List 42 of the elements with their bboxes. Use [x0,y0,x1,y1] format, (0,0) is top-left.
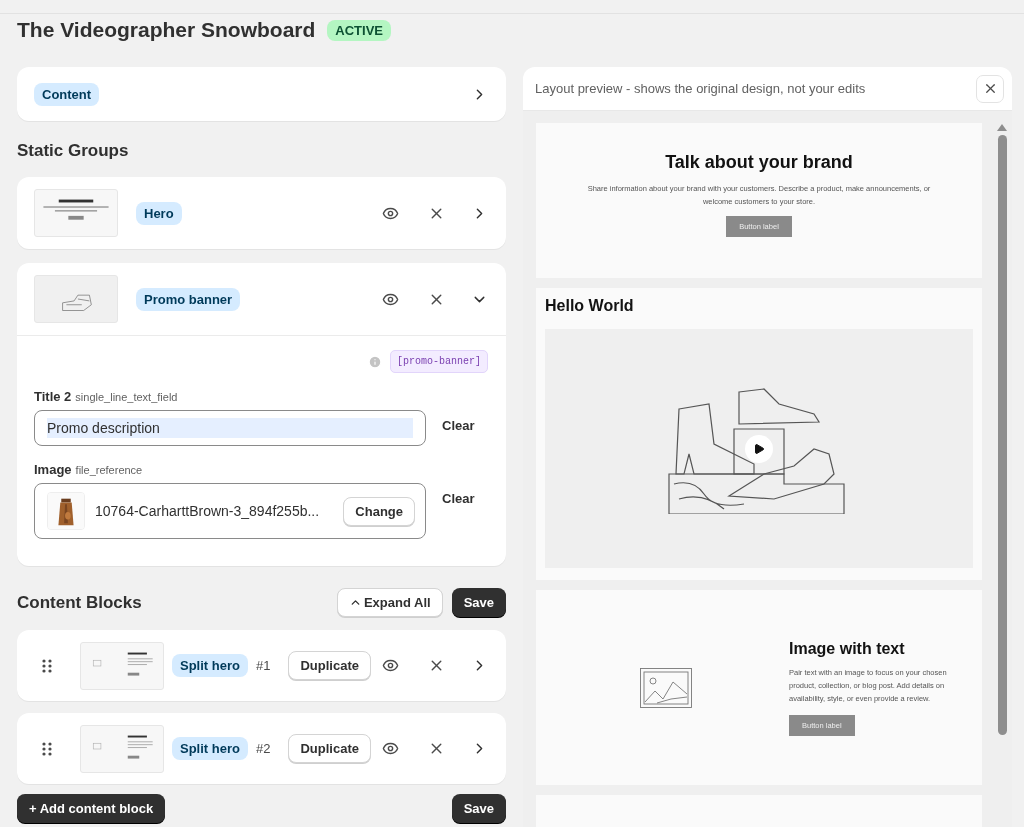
change-button[interactable]: Change [343,496,415,526]
close-button[interactable] [976,74,1004,103]
block-number: #2 [255,741,271,756]
field-value: Promo description [47,418,413,438]
add-block-button[interactable]: + Add content block [17,794,166,823]
save-button[interactable]: Save [451,794,506,823]
save-button[interactable]: Save [451,588,506,617]
drag-handle-icon[interactable] [42,657,52,674]
scrollbar-thumb[interactable] [997,135,1007,735]
page-title: The Videographer Snowboard [17,18,316,42]
scroll-up-icon[interactable] [997,124,1007,131]
section-label: Content [34,82,100,106]
file-name: 10764-CarharttBrown-3_894f255b... [95,503,321,519]
file-field[interactable]: 10764-CarharttBrown-3_894f255b... Change [34,483,426,539]
section-heading: Content Blocks [17,592,142,613]
group-label: Promo banner [136,287,241,311]
field-label: Image [34,462,72,477]
expand-all-button[interactable]: Expand All [336,588,443,617]
preview-heading: Image with text [789,639,905,658]
section-heading: Static Groups [17,141,130,161]
block-label: Split hero [172,737,248,760]
handle-tag: [promo-banner] [390,350,488,373]
field-label: Title 2 [34,389,72,404]
image-placeholder-icon [639,667,692,708]
play-button[interactable] [745,434,773,463]
content-card[interactable]: Content [17,67,506,121]
duplicate-button[interactable]: Duplicate [288,734,371,763]
play-icon [753,442,765,455]
text-field[interactable]: Promo description [34,410,426,446]
duplicate-button[interactable]: Duplicate [288,651,371,680]
clear-button[interactable]: Clear [442,418,475,433]
panel-title: Layout preview - shows the original design, not your edits [535,81,867,96]
preview-heading: Talk about your brand [665,152,853,173]
block-label: Split hero [172,654,248,677]
field-type: file_reference [75,464,143,476]
group-label: Hero [136,201,182,225]
field-type: single_line_text_field [75,391,178,403]
status-badge: ACTIVE [327,19,391,41]
preview-heading: Hello World [545,297,635,315]
drag-handle-icon[interactable] [42,740,52,757]
block-number: #1 [255,658,271,673]
clear-button[interactable]: Clear [442,491,475,506]
